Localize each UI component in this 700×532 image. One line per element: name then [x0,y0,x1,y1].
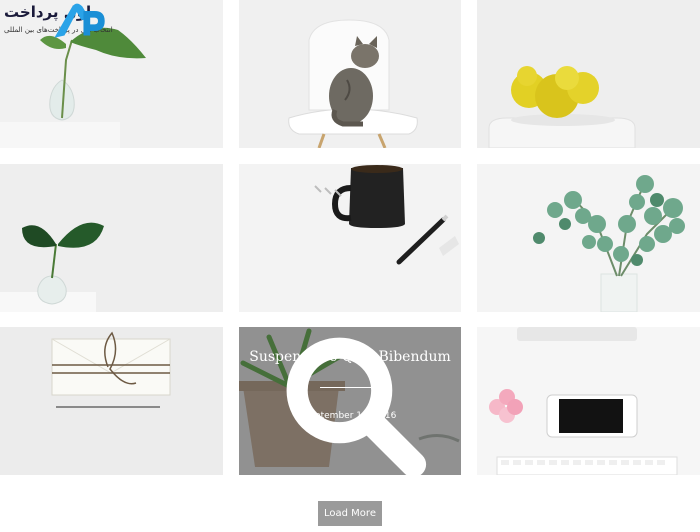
portfolio-item-leaf-bottle[interactable] [0,164,223,312]
mug-pen-image [314,165,459,265]
portfolio-item-envelope[interactable] [0,327,223,475]
portfolio-item-featured[interactable]: Suspendisse Quis Bibendum September 11, … [239,327,461,475]
load-more-button[interactable]: Load More [318,501,382,526]
portfolio-item-mug-pen[interactable] [239,164,461,312]
search-icon[interactable] [239,327,461,475]
portfolio-item-vase-leaf[interactable]: اول پرداخت انتخاب اول در پرداخت‌های بین … [0,0,223,148]
leaf-bottle-image [0,222,104,312]
cat-chair-image [288,19,418,148]
site-logo[interactable]: اول پرداخت انتخاب اول در پرداخت‌های بین … [4,2,154,40]
portfolio-item-cat-chair[interactable] [239,0,461,148]
portfolio-item-yellow-cactus[interactable] [477,0,700,148]
portfolio-item-eucalyptus[interactable] [477,164,700,312]
portfolio-item-phone-keyboard[interactable] [477,327,700,475]
phone-keyboard-image [489,327,678,475]
eucalyptus-image [533,175,685,312]
featured-overlay: Suspendisse Quis Bibendum September 11, … [239,327,461,475]
portfolio-grid: اول پرداخت انتخاب اول در پرداخت‌های بین … [0,0,700,480]
yellow-cactus-image [488,66,636,148]
logo-mark-icon [54,3,105,38]
envelope-image [51,331,171,408]
